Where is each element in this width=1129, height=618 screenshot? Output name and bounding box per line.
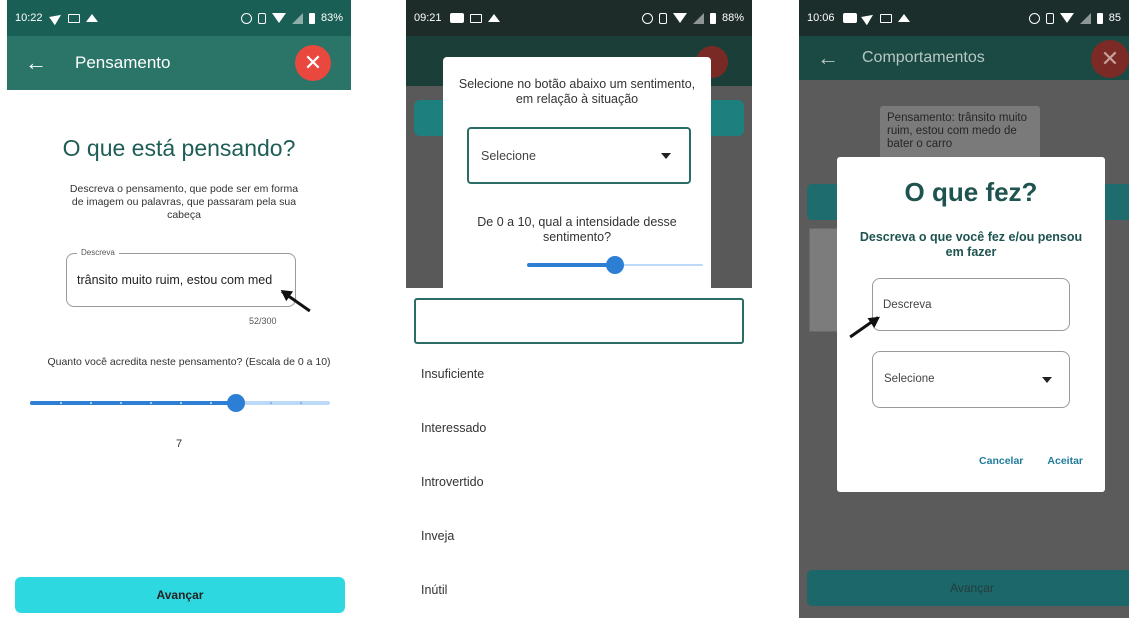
thought-card-text: Pensamento: trânsito muito ruim, estou c… — [887, 112, 1027, 150]
list-item[interactable]: Inútil — [421, 583, 447, 597]
behavior-select[interactable]: Selecione — [872, 351, 1070, 408]
field-label: Descreva — [77, 248, 119, 257]
send-icon — [860, 10, 876, 26]
status-bar: 10:06 85 — [799, 0, 1129, 36]
slider-thumb[interactable] — [606, 256, 624, 274]
chevron-down-icon — [661, 153, 671, 159]
intensity-slider[interactable] — [527, 256, 703, 274]
feeling-select[interactable]: Selecione — [467, 127, 691, 184]
intensity-question: De 0 a 10, qual a intensidade desse sent… — [477, 215, 677, 244]
laptop-icon — [879, 13, 892, 23]
vibrate-icon — [1045, 12, 1054, 24]
alarm-icon — [240, 12, 252, 24]
cloud-icon — [897, 14, 910, 22]
arrow-left-icon[interactable]: ← — [25, 50, 55, 76]
battery-icon — [308, 12, 315, 24]
dialog-subtitle: Descreva o que você fez e/ou pensou em f… — [859, 230, 1083, 259]
signal-icon — [1079, 12, 1091, 24]
vibrate-icon — [257, 12, 266, 24]
slider-tick — [300, 402, 302, 404]
thought-input[interactable]: Descreva trânsito muito ruim, estou com … — [66, 248, 296, 307]
slider-tick — [210, 402, 212, 404]
dialog-title: O que fez? — [904, 177, 1038, 207]
alarm-icon — [641, 12, 653, 24]
signal-icon — [291, 12, 303, 24]
slider-tick — [90, 402, 92, 404]
wifi-icon — [1059, 13, 1074, 23]
status-bar: 09:21 88% — [406, 0, 752, 36]
slider-tick — [270, 402, 272, 404]
slider-tick — [150, 402, 152, 404]
input-placeholder: Descreva — [883, 299, 932, 311]
chevron-down-icon — [1042, 377, 1052, 383]
dialog-actions: Cancelar Aceitar — [979, 455, 1083, 467]
belief-slider[interactable] — [30, 394, 330, 412]
belief-question: Quanto você acredita neste pensamento? (… — [47, 356, 331, 368]
field-value: trânsito muito ruim, estou com med — [77, 273, 273, 287]
battery-icon — [709, 12, 716, 24]
search-input[interactable] — [414, 298, 744, 344]
vibrate-icon — [658, 12, 667, 24]
wifi-icon — [271, 13, 286, 23]
status-time: 10:22 — [15, 12, 43, 24]
description: Descreva o pensamento, que pode ser em f… — [69, 183, 299, 221]
select-value: Selecione — [481, 149, 536, 163]
laptop-icon — [67, 13, 80, 23]
accept-button[interactable]: Aceitar — [1047, 455, 1083, 467]
cancel-button[interactable]: Cancelar — [979, 455, 1023, 467]
status-time: 10:06 — [807, 12, 835, 24]
close-icon: ✕ — [1100, 46, 1120, 71]
battery-level: 83% — [320, 12, 343, 24]
youtube-icon — [842, 13, 857, 23]
slider-thumb[interactable] — [227, 394, 246, 412]
char-counter: 52/300 — [249, 316, 277, 326]
list-item[interactable]: Interessado — [421, 421, 486, 435]
battery-level: 85 — [1108, 12, 1121, 24]
slider-value: 7 — [175, 438, 183, 450]
page-title: Pensamento — [75, 53, 171, 72]
close-button[interactable]: ✕ — [295, 45, 331, 81]
arrow-left-icon[interactable]: ← — [817, 45, 847, 71]
signal-icon — [692, 12, 704, 24]
screen-sentimento: 09:21 88% Selecione no botão abaixo um s… — [406, 0, 752, 618]
battery-level: 88% — [721, 12, 744, 24]
status-time: 09:21 — [414, 12, 442, 24]
list-item[interactable]: Inveja — [421, 529, 454, 543]
select-value: Selecione — [884, 373, 935, 385]
slider-ticks — [30, 401, 330, 405]
close-button[interactable]: ✕ — [1091, 40, 1129, 78]
cloud-icon — [85, 14, 98, 22]
next-button[interactable]: Avançar — [15, 577, 345, 613]
options-list: Insuficiente Interessado Introvertido In… — [406, 288, 752, 618]
screen-pensamento: 10:22 83% ← Pensamento ✕ O que está pens… — [7, 0, 351, 618]
next-button[interactable]: Avançar — [807, 570, 1129, 606]
app-bar: ← Pensamento ✕ — [7, 36, 351, 90]
close-icon: ✕ — [303, 50, 323, 75]
screen-comportamentos: 10:06 85 ← Comportamentos ✕ Pensamento: … — [799, 0, 1129, 618]
status-bar: 10:22 83% — [7, 0, 351, 36]
feeling-dialog: Selecione no botão abaixo um sentimento,… — [443, 57, 711, 288]
dialog-prompt: Selecione no botão abaixo um sentimento,… — [458, 77, 696, 106]
slider-tick — [120, 402, 122, 404]
app-bar: ← Comportamentos — [799, 36, 1129, 80]
heading: O que está pensando? — [62, 135, 296, 161]
list-item[interactable]: Introvertido — [421, 475, 484, 489]
slider-track-active — [527, 263, 615, 267]
wifi-icon — [672, 13, 687, 23]
alarm-icon — [1028, 12, 1040, 24]
list-item[interactable]: Insuficiente — [421, 367, 484, 381]
laptop-icon — [469, 13, 482, 23]
slider-tick — [180, 402, 182, 404]
slider-tick — [60, 402, 62, 404]
behavior-input[interactable]: Descreva — [872, 278, 1070, 331]
cloud-icon — [487, 14, 500, 22]
send-icon — [48, 10, 64, 26]
youtube-icon — [449, 13, 464, 23]
page-title: Comportamentos — [862, 49, 985, 66]
battery-icon — [1096, 12, 1103, 24]
